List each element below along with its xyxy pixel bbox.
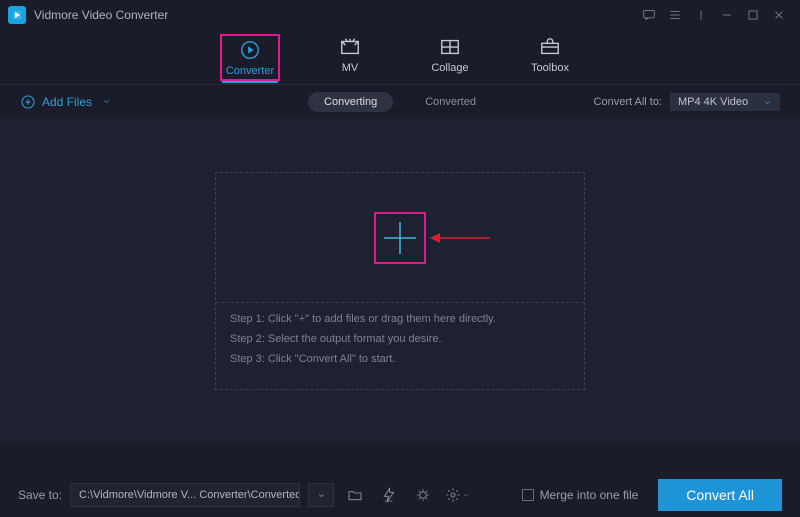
add-files-plus[interactable]: [374, 212, 426, 264]
output-path-dropdown[interactable]: [308, 483, 334, 507]
tab-label: Collage: [431, 62, 468, 74]
minimize-button[interactable]: [714, 2, 740, 28]
dropzone[interactable]: Step 1: Click "+" to add files or drag t…: [215, 172, 585, 390]
convert-all-to-label: Convert All to:: [594, 96, 662, 108]
annotation-arrow: [430, 231, 490, 245]
toolbar: Add Files Converting Converted Convert A…: [0, 85, 800, 119]
task-schedule-button[interactable]: [410, 483, 436, 507]
save-to-label: Save to:: [18, 488, 62, 502]
add-files-button[interactable]: Add Files: [20, 94, 111, 110]
add-files-label: Add Files: [42, 95, 92, 109]
format-selected-value: MP4 4K Video: [678, 96, 748, 108]
collage-icon: [438, 36, 462, 58]
main-tabs: Converter MV Collage Toolbox: [0, 30, 800, 85]
output-format-select[interactable]: MP4 4K Video: [670, 93, 780, 111]
instruction-step3: Step 3: Click "Convert All" to start.: [230, 353, 570, 365]
app-title: Vidmore Video Converter: [34, 8, 168, 22]
divider: [688, 2, 714, 28]
convert-all-button[interactable]: Convert All: [658, 479, 782, 511]
tab-collage[interactable]: Collage: [420, 36, 480, 78]
plus-circle-icon: [20, 94, 36, 110]
maximize-button[interactable]: [740, 2, 766, 28]
segment-converted[interactable]: Converted: [409, 92, 492, 112]
main-area: Step 1: Click "+" to add files or drag t…: [0, 119, 800, 443]
chevron-down-icon: [763, 98, 772, 107]
dropzone-instructions: Step 1: Click "+" to add files or drag t…: [216, 303, 584, 375]
toolbox-icon: [538, 36, 562, 58]
output-path-field[interactable]: C:\Vidmore\Vidmore V... Converter\Conver…: [70, 483, 300, 507]
app-logo: [8, 6, 26, 24]
dropzone-upper: [216, 173, 584, 303]
instruction-step2: Step 2: Select the output format you des…: [230, 333, 570, 345]
svg-text:OFF: OFF: [385, 498, 394, 503]
instruction-step1: Step 1: Click "+" to add files or drag t…: [230, 313, 570, 325]
chevron-down-icon: [102, 95, 111, 109]
merge-checkbox[interactable]: Merge into one file: [522, 488, 639, 502]
comment-icon[interactable]: [636, 2, 662, 28]
tab-label: Converter: [226, 65, 274, 77]
tab-label: Toolbox: [531, 62, 569, 74]
hardware-accel-button[interactable]: OFF: [376, 483, 402, 507]
titlebar: Vidmore Video Converter: [0, 0, 800, 30]
tab-converter[interactable]: Converter: [220, 34, 280, 81]
mv-icon: [338, 36, 362, 58]
open-folder-button[interactable]: [342, 483, 368, 507]
plus-icon: [380, 218, 420, 258]
tab-label: MV: [342, 62, 359, 74]
segment-converting[interactable]: Converting: [308, 92, 393, 112]
tab-toolbox[interactable]: Toolbox: [520, 36, 580, 78]
checkbox-icon: [522, 489, 534, 501]
bottombar: Save to: C:\Vidmore\Vidmore V... Convert…: [0, 473, 800, 517]
tab-mv[interactable]: MV: [320, 36, 380, 78]
converter-icon: [238, 39, 262, 61]
merge-label: Merge into one file: [540, 488, 639, 502]
close-button[interactable]: [766, 2, 792, 28]
menu-icon[interactable]: [662, 2, 688, 28]
settings-button[interactable]: [444, 483, 470, 507]
